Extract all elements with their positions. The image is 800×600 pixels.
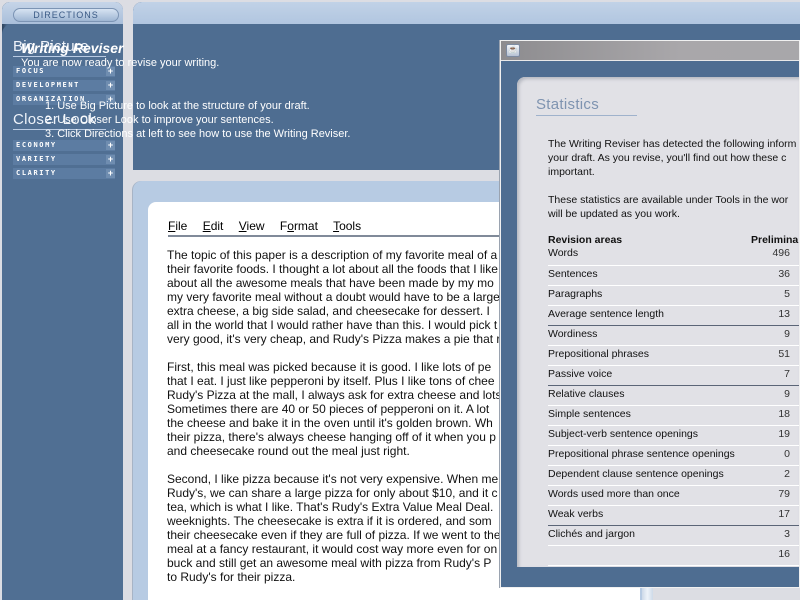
table-row[interactable]: Words 496 — [548, 247, 799, 266]
plus-icon[interactable]: + — [106, 155, 115, 164]
sidebar-header: DIRECTIONS — [2, 2, 123, 24]
statistics-content: Statistics The Writing Reviser has detec… — [517, 77, 799, 567]
menu-edit[interactable]: Edit — [203, 219, 224, 233]
intro-paragraph: The Writing Reviser has detected the fol… — [548, 137, 799, 179]
nav-item-label: Variety — [16, 155, 57, 163]
step-item: 1. Use Big Picture to look at the struct… — [45, 100, 310, 112]
revision-value: 496 — [772, 247, 790, 259]
revision-area: Prepositional phrases — [548, 348, 649, 360]
statistics-intro: The Writing Reviser has detected the fol… — [548, 137, 799, 235]
directions-button[interactable]: DIRECTIONS — [13, 8, 119, 22]
revision-value: 7 — [784, 368, 790, 380]
app-title: Writing Reviser — [21, 40, 124, 56]
revision-area: Average sentence length — [548, 308, 664, 320]
plus-icon[interactable]: + — [106, 169, 115, 178]
table-row[interactable]: Subject-verb sentence openings 19 — [548, 426, 799, 446]
revision-value: 51 — [778, 348, 790, 360]
window-titlebar[interactable]: ☕ — [501, 41, 799, 61]
nav-item-development[interactable]: Development + — [13, 80, 115, 91]
intro-line: will be updated as you work. — [548, 208, 680, 220]
table-row[interactable]: Wordiness 9 — [548, 326, 799, 346]
revision-value: 9 — [784, 388, 790, 400]
table-row[interactable]: Prepositional phrase sentence openings 0 — [548, 446, 799, 466]
nav-item-clarity[interactable]: Clarity + — [13, 168, 115, 179]
header-strip — [133, 2, 800, 24]
table-row[interactable]: Paragraphs 5 — [548, 286, 799, 306]
revision-area: Paragraphs — [548, 288, 603, 300]
table-row[interactable]: Prepositional phrases 51 — [548, 346, 799, 366]
table-row[interactable]: Clichés and jargon 3 — [548, 526, 799, 546]
intro-line: important. — [548, 166, 595, 178]
revision-area: Weak verbs — [548, 508, 604, 520]
column-header-area: Revision areas — [548, 234, 623, 246]
revision-value: 36 — [778, 268, 790, 280]
table-row[interactable]: Words used more than once 79 — [548, 486, 799, 506]
table-row[interactable]: Weak verbs 17 — [548, 506, 799, 526]
revision-value: 0 — [784, 448, 790, 460]
revision-area: Sentences — [548, 268, 598, 280]
revision-area: Clichés and jargon — [548, 528, 635, 540]
nav-item-variety[interactable]: Variety + — [13, 154, 115, 165]
revision-area: Prepositional phrase sentence openings — [548, 448, 735, 460]
revision-value: 16 — [778, 548, 790, 560]
intro-paragraph: These statistics are available under Too… — [548, 193, 799, 221]
revision-area: Relative clauses — [548, 388, 625, 400]
statistics-table: Revision areas Prelimina Words 496 Sentenc… — [548, 234, 799, 566]
intro-line: your draft. As you revise, you'll find o… — [548, 152, 787, 164]
revision-value: 79 — [778, 488, 790, 500]
revision-value: 3 — [784, 528, 790, 540]
sidebar: DIRECTIONS Big Picture Focus + Developme… — [2, 2, 123, 600]
revision-value: 13 — [778, 308, 790, 320]
revision-area: Words used more than once — [548, 488, 680, 500]
intro-line: These statistics are available under Too… — [548, 194, 789, 206]
instruction-steps: 1. Use Big Picture to look at the struct… — [45, 99, 350, 141]
table-header: Revision areas Prelimina — [548, 234, 799, 247]
revision-area: Words — [548, 247, 579, 259]
nav-item-label: Development — [16, 81, 80, 89]
revision-value: 17 — [778, 508, 790, 520]
nav-item-label: Economy — [16, 141, 57, 149]
revision-area: Subject-verb sentence openings — [548, 428, 699, 440]
revision-area: Dependent clause sentence openings — [548, 468, 724, 480]
menu-file[interactable]: File — [168, 219, 187, 233]
revision-value: 18 — [778, 408, 790, 420]
intro-line: The Writing Reviser has detected the fol… — [548, 138, 797, 150]
revision-area: Passive voice — [548, 368, 613, 380]
revision-area: Simple sentences — [548, 408, 631, 420]
step-item: 2. Use Closer Look to improve your sente… — [45, 114, 274, 126]
table-row[interactable]: Sentences 36 — [548, 266, 799, 286]
java-app-icon[interactable]: ☕ — [506, 44, 520, 57]
table-row[interactable]: Relative clauses 9 — [548, 386, 799, 406]
statistics-heading: Statistics — [536, 96, 637, 116]
plus-icon[interactable]: + — [106, 81, 115, 90]
nav-item-economy[interactable]: Economy + — [13, 140, 115, 151]
nav-item-label: Clarity — [16, 169, 57, 177]
revision-area: Wordiness — [548, 328, 598, 340]
menu-view[interactable]: View — [239, 219, 265, 233]
table-row[interactable]: 16 — [548, 546, 799, 566]
revision-value: 19 — [778, 428, 790, 440]
table-row[interactable]: Average sentence length 13 — [548, 306, 799, 326]
app-subtitle: You are now ready to revise your writing… — [21, 57, 220, 69]
menu-format[interactable]: Format — [280, 219, 318, 233]
revision-value: 2 — [784, 468, 790, 480]
table-row[interactable]: Passive voice 7 — [548, 366, 799, 386]
revision-value: 9 — [784, 328, 790, 340]
statistics-window: ☕ Statistics The Writing Reviser has det… — [500, 40, 800, 588]
column-header-value: Prelimina — [751, 234, 799, 246]
table-row[interactable]: Simple sentences 18 — [548, 406, 799, 426]
revision-value: 5 — [784, 288, 790, 300]
menu-tools[interactable]: Tools — [333, 219, 361, 233]
step-item: 3. Click Directions at left to see how t… — [45, 128, 351, 140]
table-row[interactable]: Dependent clause sentence openings 2 — [548, 466, 799, 486]
plus-icon[interactable]: + — [106, 141, 115, 150]
